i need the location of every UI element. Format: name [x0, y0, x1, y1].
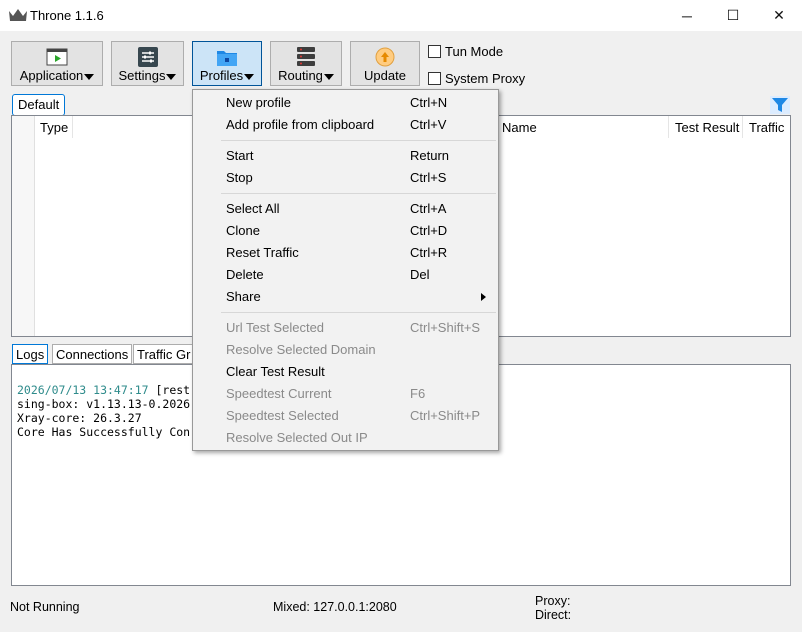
profiles-folder-icon	[217, 51, 237, 66]
chevron-down-icon	[323, 73, 334, 80]
menu-item-share[interactable]: Share	[193, 286, 498, 308]
routing-label: Routing	[278, 68, 323, 83]
status-direct: Direct:	[535, 608, 572, 622]
log-line: sing-box: v1.13.13-0.2026	[17, 397, 191, 411]
update-button[interactable]: Update	[350, 41, 420, 86]
log-line: Xray-core: 26.3.27	[17, 411, 142, 425]
menu-item-resolve-selected-out-ip[interactable]: Resolve Selected Out IP	[193, 427, 498, 449]
column-divider	[742, 116, 743, 138]
menu-item-new-profile[interactable]: New profile Ctrl+N	[193, 92, 498, 114]
column-divider	[668, 116, 669, 138]
menu-item-clear-test-result[interactable]: Clear Test Result	[193, 361, 498, 383]
settings-label: Settings	[118, 68, 166, 83]
chevron-down-icon	[84, 73, 95, 80]
close-button[interactable]: ✕	[756, 0, 802, 31]
menu-item-delete[interactable]: Delete Del	[193, 264, 498, 286]
menu-item-stop[interactable]: Stop Ctrl+S	[193, 167, 498, 189]
menu-item-speedtest-selected[interactable]: Speedtest Selected Ctrl+Shift+P	[193, 405, 498, 427]
column-divider	[72, 116, 73, 138]
application-button[interactable]: Application	[11, 41, 103, 86]
column-header-type[interactable]: Type	[40, 120, 68, 135]
status-mixed-port: Mixed: 127.0.0.1:2080	[273, 600, 397, 614]
log-line: 2026/07/13 13:47:17 [rest	[17, 383, 190, 397]
window-title: Throne 1.1.6	[30, 8, 104, 23]
log-text: [rest	[148, 383, 191, 397]
filter-icon[interactable]	[770, 96, 790, 114]
menu-item-speedtest-current[interactable]: Speedtest Current F6	[193, 383, 498, 405]
profiles-menu: New profile Ctrl+N Add profile from clipb…	[192, 89, 499, 451]
minimize-button[interactable]: ─	[664, 0, 710, 31]
update-icon	[375, 47, 395, 67]
system-proxy-label: System Proxy	[445, 71, 526, 86]
routing-button[interactable]: Routing	[270, 41, 342, 86]
menu-item-resolve-selected-domain[interactable]: Resolve Selected Domain	[193, 339, 498, 361]
status-proxy: Proxy:	[535, 594, 571, 608]
menu-separator	[221, 140, 496, 141]
settings-button[interactable]: Settings	[111, 41, 184, 86]
submenu-arrow-icon	[481, 293, 486, 301]
log-line: Core Has Successfully Con	[17, 425, 191, 439]
menu-item-add-profile-clipboard[interactable]: Add profile from clipboard Ctrl+V	[193, 114, 498, 136]
menu-item-start[interactable]: Start Return	[193, 145, 498, 167]
profiles-label: Profiles	[199, 68, 244, 83]
menu-separator	[221, 312, 496, 313]
table-row-header	[12, 116, 35, 336]
tun-mode-checkbox[interactable]	[428, 45, 441, 58]
group-tab-default[interactable]: Default	[12, 94, 66, 116]
system-proxy-checkbox[interactable]	[428, 72, 441, 85]
tab-connections[interactable]: Connections	[52, 344, 133, 364]
menu-separator	[221, 193, 496, 194]
column-header-name[interactable]: Name	[502, 120, 537, 135]
routing-icon	[297, 47, 315, 66]
menu-item-clone[interactable]: Clone Ctrl+D	[193, 220, 498, 242]
tab-logs[interactable]: Logs	[12, 344, 49, 364]
menu-item-url-test-selected[interactable]: Url Test Selected Ctrl+Shift+S	[193, 317, 498, 339]
settings-icon	[137, 47, 158, 67]
profiles-button[interactable]: Profiles	[192, 41, 262, 86]
maximize-button[interactable]: ☐	[710, 0, 756, 31]
status-running-state: Not Running	[10, 600, 80, 614]
column-header-traffic[interactable]: Traffic	[749, 120, 784, 135]
chevron-down-icon	[166, 73, 177, 80]
column-header-test-result[interactable]: Test Result	[675, 120, 739, 135]
log-timestamp: 2026/07/13 13:47:17	[17, 383, 149, 397]
application-icon	[46, 48, 68, 66]
tab-traffic-graph[interactable]: Traffic Gr	[133, 344, 195, 364]
chevron-down-icon	[244, 73, 255, 80]
tun-mode-label: Tun Mode	[445, 44, 504, 59]
application-label: Application	[19, 68, 84, 83]
menu-item-select-all[interactable]: Select All Ctrl+A	[193, 198, 498, 220]
menu-item-reset-traffic[interactable]: Reset Traffic Ctrl+R	[193, 242, 498, 264]
crown-logo-icon	[9, 9, 27, 21]
update-label: Update	[364, 68, 406, 83]
